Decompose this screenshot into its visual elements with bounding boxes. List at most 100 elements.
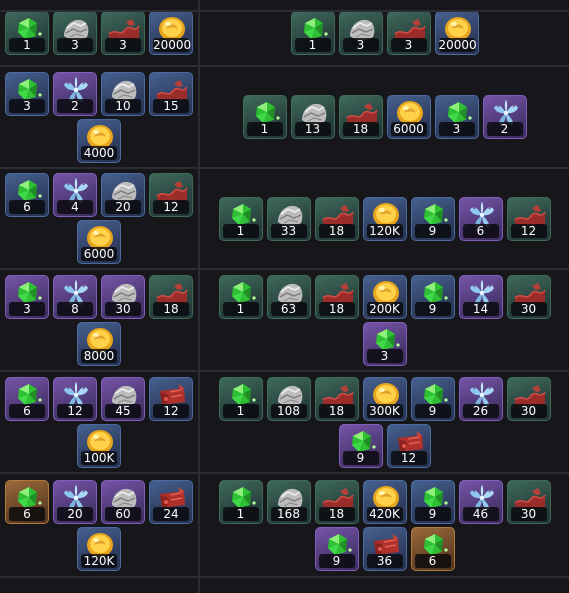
item-slot[interactable]: 120K <box>362 196 407 241</box>
item-slot[interactable]: 3 <box>434 95 479 139</box>
item-slot[interactable]: 9 <box>338 423 383 468</box>
item-slot[interactable]: 12 <box>53 376 97 421</box>
item-slot[interactable]: 3 <box>101 10 145 55</box>
item-slot[interactable]: 1 <box>218 376 263 421</box>
item-slot[interactable]: 20 <box>53 479 97 524</box>
item-slot[interactable]: 18 <box>149 274 193 319</box>
item-slot[interactable]: 420K <box>362 479 407 524</box>
item-slot[interactable]: 100K <box>77 423 121 468</box>
item-slot[interactable]: 168 <box>266 479 311 524</box>
item-slot[interactable]: 18 <box>314 274 359 319</box>
item-slot[interactable]: 12 <box>506 196 551 241</box>
item-quantity: 108 <box>270 403 307 418</box>
item-slot[interactable]: 9 <box>410 376 455 421</box>
item-quantity: 8000 <box>81 348 117 363</box>
item-slot[interactable]: 1 <box>218 196 263 241</box>
item-slot[interactable]: 4 <box>53 173 97 217</box>
item-slot[interactable]: 1 <box>218 274 263 319</box>
item-slot[interactable]: 63 <box>266 274 311 319</box>
item-slot[interactable]: 3 <box>386 10 431 55</box>
item-slot[interactable]: 1 <box>218 479 263 524</box>
item-slot[interactable]: 6 <box>5 173 49 217</box>
item-slot[interactable]: 2 <box>53 71 97 116</box>
item-slot[interactable]: 10 <box>101 71 145 116</box>
item-slot[interactable]: 30 <box>101 274 145 319</box>
item-slot[interactable]: 6000 <box>386 95 431 139</box>
item-slot[interactable]: 30 <box>506 376 551 421</box>
item-quantity: 12 <box>390 450 427 465</box>
item-slot[interactable]: 8 <box>53 274 97 319</box>
item-slot[interactable]: 13 <box>290 95 335 139</box>
item-slot[interactable]: 18 <box>338 95 383 139</box>
item-slot[interactable]: 1 <box>290 10 335 55</box>
item-quantity: 3 <box>438 122 475 136</box>
item-slot[interactable]: 60 <box>101 479 145 524</box>
item-slot[interactable]: 9 <box>410 479 455 524</box>
item-slot[interactable]: 15 <box>149 71 193 116</box>
item-slot[interactable]: 2 <box>482 95 527 139</box>
item-slot[interactable]: 1 <box>5 10 49 55</box>
item-slot[interactable]: 6000 <box>77 220 121 264</box>
item-slot[interactable]: 45 <box>101 376 145 421</box>
item-quantity: 1 <box>294 37 331 52</box>
item-slot[interactable]: 12 <box>149 173 193 217</box>
item-slot[interactable]: 20000 <box>434 10 479 55</box>
item-quantity: 20 <box>57 506 93 521</box>
item-quantity: 3 <box>366 348 403 363</box>
item-slot[interactable]: 9 <box>314 526 359 571</box>
item-quantity: 18 <box>318 506 355 521</box>
item-slot[interactable]: 3 <box>362 321 407 366</box>
item-slot[interactable]: 108 <box>266 376 311 421</box>
item-quantity: 20 <box>105 200 141 214</box>
item-quantity: 9 <box>342 450 379 465</box>
item-slot[interactable]: 120K <box>77 526 121 571</box>
item-slot[interactable]: 46 <box>458 479 503 524</box>
item-slot[interactable]: 26 <box>458 376 503 421</box>
item-quantity: 63 <box>270 301 307 316</box>
item-slot[interactable]: 3 <box>5 71 49 116</box>
item-quantity: 9 <box>318 553 355 568</box>
item-slot[interactable]: 3 <box>5 274 49 319</box>
item-quantity: 18 <box>342 122 379 136</box>
item-slot[interactable]: 3 <box>338 10 383 55</box>
item-slot[interactable]: 8000 <box>77 321 121 366</box>
item-slot[interactable]: 6 <box>458 196 503 241</box>
total-items-cell: 1 108 18 300K 9 26 30 9 12 <box>200 372 569 472</box>
item-quantity: 14 <box>462 301 499 316</box>
item-quantity: 1 <box>246 122 283 136</box>
item-quantity: 13 <box>294 122 331 136</box>
total-items-cell: 1 13 18 6000 3 2 <box>200 67 569 167</box>
item-slot[interactable]: 12 <box>149 376 193 421</box>
item-quantity: 1 <box>222 223 259 238</box>
item-slot[interactable]: 3 <box>53 10 97 55</box>
item-slot[interactable]: 9 <box>410 196 455 241</box>
item-slot[interactable]: 36 <box>362 526 407 571</box>
item-slot[interactable]: 24 <box>149 479 193 524</box>
item-quantity: 120K <box>81 553 117 568</box>
item-slot[interactable]: 6 <box>5 376 49 421</box>
item-quantity: 20000 <box>153 37 192 52</box>
item-slot[interactable]: 12 <box>386 423 431 468</box>
item-slot[interactable]: 9 <box>410 274 455 319</box>
item-slot[interactable]: 30 <box>506 274 551 319</box>
item-slot[interactable]: 18 <box>314 479 359 524</box>
item-slot[interactable]: 33 <box>266 196 311 241</box>
item-slot[interactable]: 300K <box>362 376 407 421</box>
item-quantity: 6000 <box>81 247 117 261</box>
item-slot[interactable]: 20000 <box>149 10 193 55</box>
item-slot[interactable]: 30 <box>506 479 551 524</box>
item-quantity: 46 <box>462 506 499 521</box>
item-slot[interactable]: 4000 <box>77 118 121 163</box>
item-quantity: 9 <box>414 403 451 418</box>
item-slot[interactable]: 18 <box>314 196 359 241</box>
item-quantity: 6 <box>9 403 45 418</box>
item-slot[interactable]: 6 <box>5 479 49 524</box>
item-slot[interactable]: 6 <box>410 526 455 571</box>
item-quantity: 45 <box>105 403 141 418</box>
item-slot[interactable]: 1 <box>242 95 287 139</box>
item-slot[interactable]: 200K <box>362 274 407 319</box>
item-quantity: 26 <box>462 403 499 418</box>
item-slot[interactable]: 14 <box>458 274 503 319</box>
item-slot[interactable]: 20 <box>101 173 145 217</box>
item-slot[interactable]: 18 <box>314 376 359 421</box>
